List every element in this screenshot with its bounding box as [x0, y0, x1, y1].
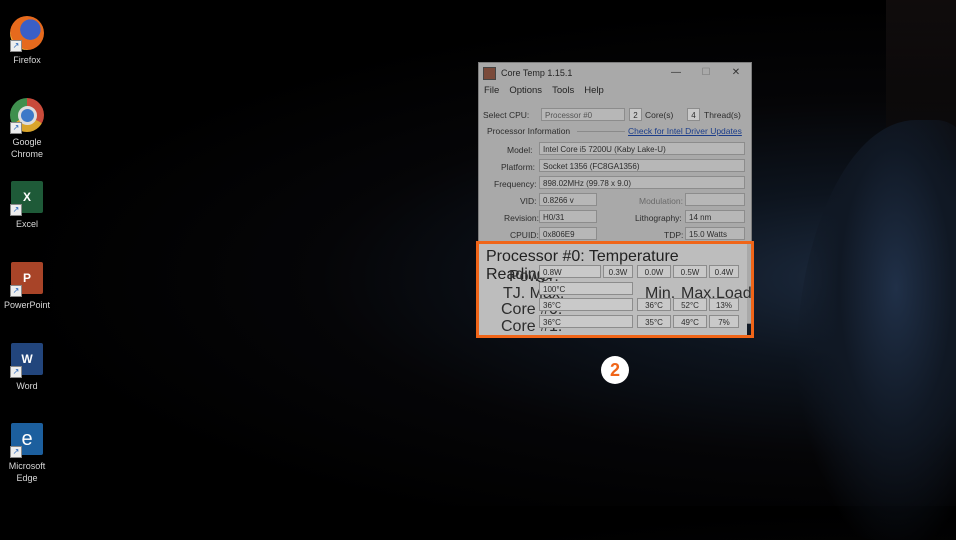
- desktop-icon-label: Word: [16, 381, 38, 391]
- maximize-button[interactable]: ☐: [691, 65, 721, 81]
- shortcut-arrow-icon: ↗: [10, 204, 22, 216]
- tdp-value: 15.0 Watts: [685, 227, 745, 240]
- revision-value: H0/31: [539, 210, 597, 223]
- desktop-icon-label: Excel: [15, 219, 38, 229]
- minimize-button[interactable]: —: [661, 65, 691, 81]
- menu-file[interactable]: File: [484, 85, 499, 96]
- menu-tools[interactable]: Tools: [552, 85, 574, 96]
- close-button[interactable]: ✕: [721, 65, 751, 81]
- cpuid-label: CPUID:: [510, 230, 539, 240]
- desktop-icon-label: Firefox: [13, 55, 41, 65]
- cpu-select-dropdown[interactable]: Processor #0: [541, 108, 625, 121]
- shortcut-arrow-icon: ↗: [10, 366, 22, 378]
- core-temp-app-icon: [483, 66, 496, 80]
- desktop-icon-word[interactable]: W ↗ Word: [0, 342, 54, 392]
- menu-options[interactable]: Options: [509, 85, 542, 96]
- frequency-value: 898.02MHz (99.78 x 9.0): [539, 176, 745, 189]
- desktop-icon-excel[interactable]: X ↗ Excel: [0, 180, 54, 230]
- shortcut-arrow-icon: ↗: [10, 285, 22, 297]
- shortcut-arrow-icon: ↗: [10, 122, 22, 134]
- wallpaper-arch: [796, 120, 956, 540]
- model-label: Model:: [507, 145, 533, 155]
- tdp-label: TDP:: [664, 230, 684, 240]
- window-title: Core Temp 1.15.1: [501, 68, 573, 78]
- lithography-label: Lithography:: [635, 213, 682, 223]
- modulation-label: Modulation:: [639, 196, 683, 206]
- menu-bar: File Options Tools Help: [479, 83, 751, 98]
- desktop-icon-label: PowerPoint: [3, 300, 51, 310]
- model-value: Intel Core i5 7200U (Kaby Lake-U): [539, 142, 745, 155]
- threads-label: Thread(s): [704, 110, 741, 120]
- firefox-icon: ↗: [10, 16, 44, 52]
- cores-label: Core(s): [645, 110, 674, 120]
- cpuid-value: 0x806E9: [539, 227, 597, 240]
- platform-value: Socket 1356 (FC8GA1356): [539, 159, 745, 172]
- desktop-icon-powerpoint[interactable]: P ↗ PowerPoint: [0, 261, 54, 311]
- threads-count: 4: [687, 108, 700, 121]
- title-bar[interactable]: Core Temp 1.15.1 — ☐ ✕: [479, 63, 751, 83]
- desktop-icon-label: Microsoft Edge: [8, 461, 46, 483]
- group-divider: [577, 131, 625, 132]
- chrome-icon: ↗: [10, 98, 44, 134]
- platform-label: Platform:: [501, 162, 536, 172]
- cores-count: 2: [629, 108, 642, 121]
- desktop-icon-edge[interactable]: e ↗ Microsoft Edge: [0, 422, 54, 484]
- highlight-box: [476, 241, 754, 338]
- menu-help[interactable]: Help: [584, 85, 604, 96]
- frequency-label: Frequency:: [494, 179, 537, 189]
- vid-value: 0.8266 v: [539, 193, 597, 206]
- revision-label: Revision:: [504, 213, 539, 223]
- lithography-value: 14 nm: [685, 210, 745, 223]
- shortcut-arrow-icon: ↗: [10, 40, 22, 52]
- processor-info-heading: Processor Information: [487, 126, 571, 136]
- driver-updates-link[interactable]: Check for Intel Driver Updates: [628, 126, 742, 136]
- desktop-icon-label: Google Chrome: [10, 137, 43, 159]
- select-cpu-label: Select CPU:: [483, 110, 530, 120]
- modulation-value: [685, 193, 745, 206]
- desktop-icon-chrome[interactable]: ↗ Google Chrome: [0, 98, 54, 160]
- desktop-icon-firefox[interactable]: ↗ Firefox: [0, 16, 54, 66]
- vid-label: VID:: [520, 196, 537, 206]
- shortcut-arrow-icon: ↗: [10, 446, 22, 458]
- callout-number-badge: 2: [601, 356, 629, 384]
